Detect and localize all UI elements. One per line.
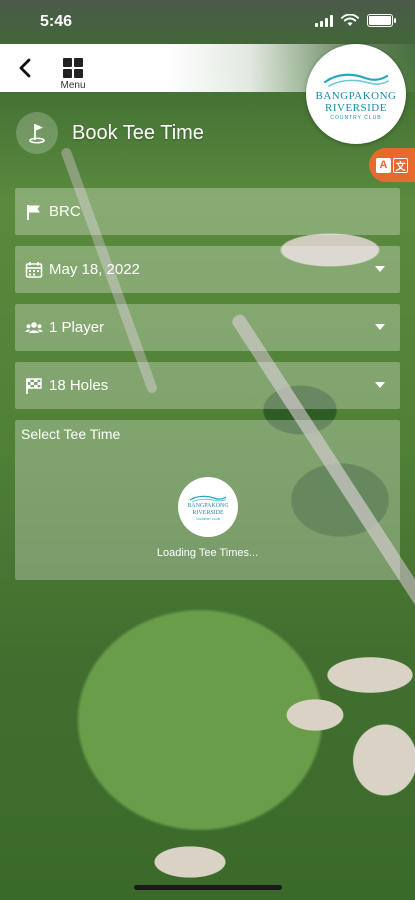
waves-logo-icon [323, 73, 389, 87]
logo-text: RIVERSIDE [325, 101, 387, 114]
logo-text: RIVERSIDE [192, 510, 224, 516]
status-icons [315, 14, 396, 27]
players-field[interactable]: 1 Player [15, 304, 400, 351]
checkered-flag-icon [25, 377, 43, 395]
tee-time-title: Select Tee Time [21, 426, 121, 442]
calendar-icon [25, 261, 43, 279]
translate-button[interactable]: A 文 [369, 148, 415, 182]
logo-text: BANGPAKONG [187, 503, 229, 509]
logo-text: COUNTRY CLUB [330, 114, 382, 121]
chevron-down-icon [375, 324, 385, 330]
golf-flag-icon [16, 112, 58, 154]
players-value: 1 Player [49, 319, 105, 336]
status-bar: 5:46 [0, 0, 415, 44]
page-title: Book Tee Time [72, 121, 204, 144]
back-arrow-icon[interactable] [14, 56, 38, 80]
flag-icon [25, 203, 43, 221]
grid-menu-icon [63, 58, 83, 78]
wifi-icon [341, 14, 359, 26]
menu-button[interactable]: Menu [58, 58, 88, 92]
holes-field[interactable]: 18 Holes [15, 362, 400, 409]
translate-icon: A [376, 157, 391, 173]
translate-icon: 文 [393, 157, 408, 173]
players-icon [25, 319, 43, 337]
loading-text: Loading Tee Times... [156, 547, 259, 559]
page-header: Book Tee Time [16, 112, 204, 154]
signal-icon [315, 14, 333, 27]
date-value: May 18, 2022 [49, 261, 140, 278]
loading-logo: BANGPAKONG RIVERSIDE COUNTRY CLUB [178, 477, 238, 537]
menu-label: Menu [60, 80, 86, 91]
chevron-down-icon [375, 266, 385, 272]
course-field[interactable]: BRC [15, 188, 400, 235]
waves-logo-icon [189, 495, 227, 503]
date-field[interactable]: May 18, 2022 [15, 246, 400, 293]
logo-text: BANGPAKONG [315, 89, 397, 102]
chevron-down-icon [375, 382, 385, 388]
battery-icon [367, 14, 396, 27]
logo-text: COUNTRY CLUB [196, 517, 220, 521]
holes-value: 18 Holes [49, 377, 109, 394]
status-time: 5:46 [40, 13, 73, 30]
course-value: BRC [49, 203, 81, 220]
tee-time-panel: Select Tee Time BANGPAKONG RIVERSIDE COU… [15, 420, 400, 580]
club-logo[interactable]: BANGPAKONG RIVERSIDE COUNTRY CLUB [306, 44, 406, 144]
home-indicator[interactable] [134, 885, 282, 890]
